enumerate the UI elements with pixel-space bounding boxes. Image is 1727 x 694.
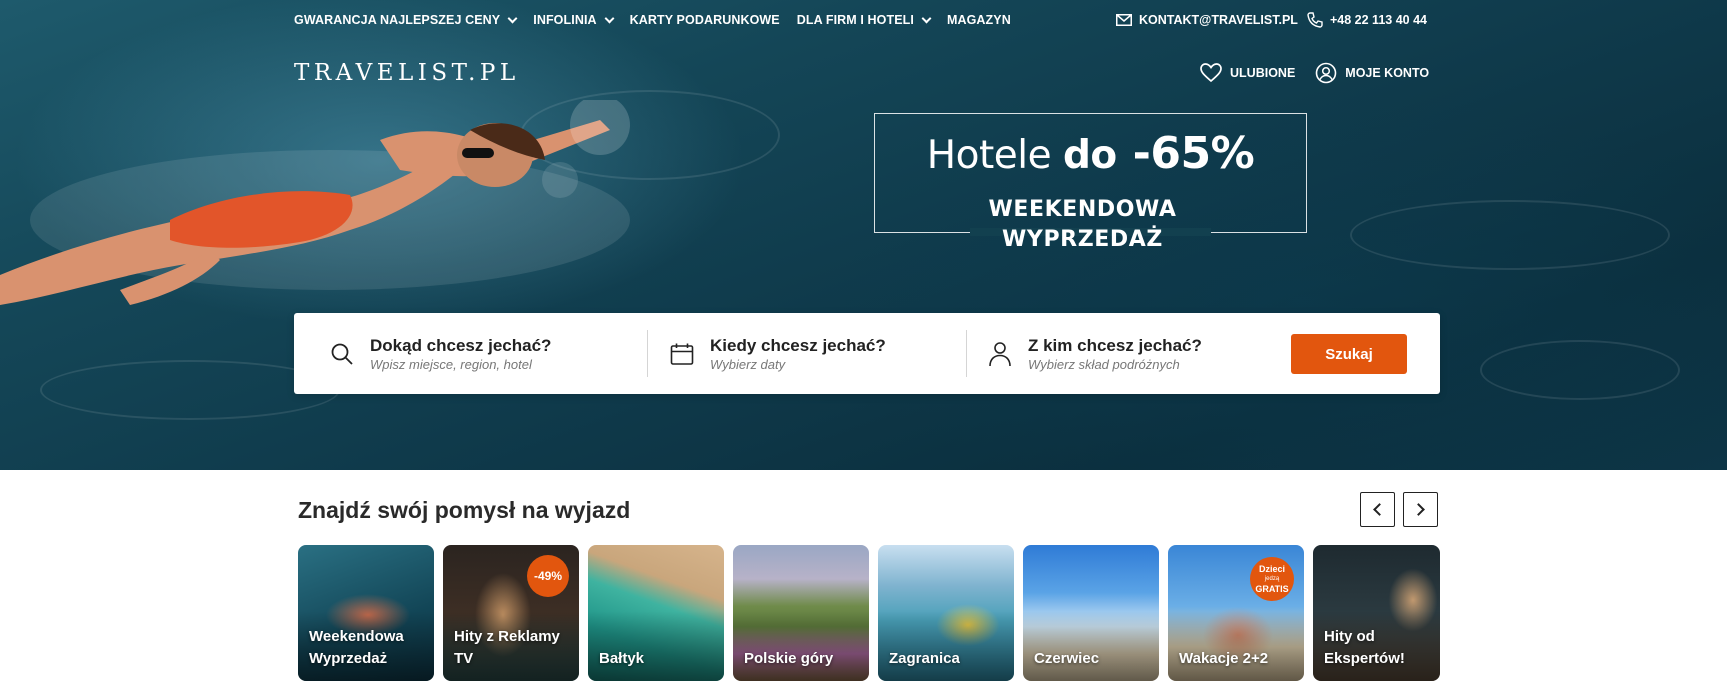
account-links: ULUBIONE MOJE KONTO	[1200, 62, 1449, 84]
card-label: Weekendowa Wyprzedaż	[309, 628, 404, 667]
idea-card-expert-hits[interactable]: Hity od Ekspertów!	[1313, 545, 1440, 681]
promo-title: Hotele do -65%	[875, 128, 1306, 179]
discount-badge-value: -49%	[533, 569, 562, 583]
mail-icon	[1115, 12, 1133, 28]
destination-placeholder: Wpisz miejsce, region, hotel	[370, 356, 532, 372]
calendar-icon	[668, 340, 696, 368]
search-divider	[647, 330, 648, 377]
phone-icon	[1306, 12, 1324, 28]
nav-best-price-guarantee[interactable]: GWARANCJA NAJLEPSZEJ CENY	[294, 12, 518, 28]
card-shade	[1168, 611, 1304, 681]
nav-label: DLA FIRM I HOTELI	[796, 13, 914, 27]
nav-label: KARTY PODARUNKOWE	[629, 13, 780, 27]
my-account-link[interactable]: MOJE KONTO	[1315, 62, 1429, 84]
person-icon	[986, 340, 1014, 368]
idea-card-baltic[interactable]: Bałtyk	[588, 545, 724, 681]
contact-email: KONTAKT@TRAVELIST.PL	[1139, 13, 1298, 27]
card-shade	[588, 611, 724, 681]
nav-label: INFOLINIA	[533, 13, 597, 27]
destination-title: Dokąd chcesz jechać?	[370, 335, 552, 355]
chevron-down-icon	[604, 13, 615, 23]
card-label: Hity od Ekspertów!	[1324, 628, 1405, 667]
water-ripple	[1480, 340, 1680, 400]
travelers-placeholder: Wybierz skład podróżnych	[1028, 356, 1180, 372]
favorites-link[interactable]: ULUBIONE	[1200, 63, 1295, 83]
card-label: Wakacje 2+2	[1179, 650, 1269, 667]
swimmer-illustration	[0, 100, 630, 305]
promo-subtitle-line2: WYPRZEDAŻ	[1002, 227, 1163, 252]
contact-phone: +48 22 113 40 44	[1330, 13, 1427, 27]
card-label: Polskie góry	[744, 650, 834, 667]
my-account-label: MOJE KONTO	[1345, 66, 1430, 80]
card-label: Zagranica	[889, 650, 960, 667]
nav-for-business[interactable]: DLA FIRM I HOTELI	[796, 12, 932, 28]
badge-line: Dzieci	[1258, 564, 1285, 574]
user-circle-icon	[1315, 62, 1337, 84]
heart-icon	[1200, 63, 1222, 83]
search-dates-field[interactable]: Kiedy chcesz jechać? Wybierz daty	[668, 313, 886, 394]
idea-card-polish-mountains[interactable]: Polskie góry	[733, 545, 869, 681]
carousel-next-button[interactable]	[1403, 492, 1438, 527]
card-label: Czerwiec	[1034, 650, 1100, 667]
contact-phone-link[interactable]: +48 22 113 40 44	[1306, 12, 1427, 28]
promo-title-mid: do	[1063, 133, 1117, 178]
search-travelers-field[interactable]: Z kim chcesz jechać? Wybierz skład podró…	[986, 313, 1202, 394]
promo-discount-value: -65%	[1132, 128, 1255, 179]
nav-label: MAGAZYN	[946, 13, 1011, 27]
nav-gift-cards[interactable]: KARTY PODARUNKOWE	[630, 12, 780, 28]
search-divider	[966, 330, 967, 377]
hero-banner: GWARANCJA NAJLEPSZEJ CENY INFOLINIA KART…	[0, 0, 1727, 470]
ideas-section-title: Znajdź swój pomysł na wyjazd	[298, 497, 631, 523]
idea-card-tv-hits[interactable]: -49% Hity z Reklamy TV	[443, 545, 579, 681]
carousel-prev-button[interactable]	[1360, 492, 1395, 527]
contact-email-link[interactable]: KONTAKT@TRAVELIST.PL	[1115, 12, 1298, 28]
favorites-label: ULUBIONE	[1230, 66, 1296, 80]
travelers-title: Z kim chcesz jechać?	[1028, 335, 1202, 355]
dates-placeholder: Wybierz daty	[710, 356, 786, 372]
search-icon	[328, 340, 356, 368]
kids-eat-free-badge: Dzieci jedzą GRATIS	[1250, 557, 1294, 601]
nav-magazine[interactable]: MAGAZYN	[947, 12, 1011, 28]
promo-subtitle-line1: WEEKENDOWA	[988, 197, 1177, 222]
nav-label: GWARANCJA NAJLEPSZEJ CENY	[294, 13, 501, 27]
site-logo[interactable]: TRAVELIST.PL	[294, 60, 520, 86]
card-label: Bałtyk	[599, 650, 645, 667]
chevron-down-icon	[921, 13, 932, 23]
promo-subtitle: WEEKENDOWA WYPRZEDAŻ	[966, 195, 1199, 255]
nav-hotline[interactable]: INFOLINIA	[533, 12, 615, 28]
chevron-right-icon	[1412, 503, 1425, 516]
card-label: Hity z Reklamy TV	[454, 628, 560, 667]
ideas-carousel: Weekendowa Wyprzedaż -49% Hity z Reklamy…	[298, 545, 1440, 681]
idea-card-weekend-sale[interactable]: Weekendowa Wyprzedaż	[298, 545, 434, 681]
search-destination-field[interactable]: Dokąd chcesz jechać? Wpisz miejsce, regi…	[328, 313, 551, 394]
top-utility-nav: GWARANCJA NAJLEPSZEJ CENY INFOLINIA KART…	[294, 12, 1028, 28]
idea-card-abroad[interactable]: Zagranica	[878, 545, 1014, 681]
discount-badge: -49%	[527, 555, 569, 597]
promo-title-prefix: Hotele	[926, 133, 1052, 178]
card-shade	[733, 611, 869, 681]
badge-line: GRATIS	[1255, 584, 1289, 594]
idea-card-june[interactable]: Czerwiec	[1023, 545, 1159, 681]
idea-card-family-2plus2[interactable]: Dzieci jedzą GRATIS Wakacje 2+2	[1168, 545, 1304, 681]
chevron-down-icon	[507, 13, 518, 23]
water-ripple	[1350, 200, 1670, 270]
dates-title: Kiedy chcesz jechać?	[710, 335, 886, 355]
badge-line: jedzą	[1264, 576, 1280, 582]
search-submit-button[interactable]: Szukaj	[1291, 334, 1407, 374]
card-shade	[878, 611, 1014, 681]
chevron-left-icon	[1373, 503, 1386, 516]
search-bar: Dokąd chcesz jechać? Wpisz miejsce, regi…	[294, 313, 1440, 394]
card-shade	[1023, 611, 1159, 681]
